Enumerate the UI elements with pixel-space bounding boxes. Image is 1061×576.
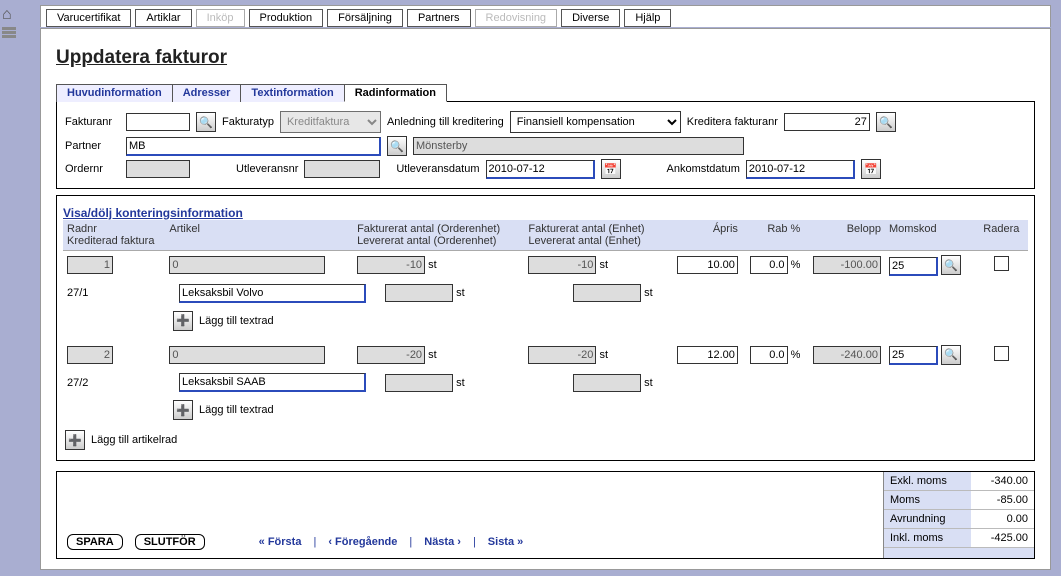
- apris-input[interactable]: [677, 256, 738, 274]
- lev-order-input: [385, 284, 453, 302]
- label-utleveransdatum: Utleveransdatum: [396, 163, 479, 175]
- label-utleveransnr: Utleveransnr: [236, 163, 298, 175]
- sub-tabs: HuvudinformationAdresserTextinformationR…: [56, 84, 1035, 102]
- home-icon[interactable]: ⌂: [2, 6, 16, 24]
- fakturanr-lookup-icon[interactable]: 🔍: [196, 112, 216, 132]
- partner-lookup-icon[interactable]: 🔍: [387, 136, 407, 156]
- sub-tab-huvudinformation[interactable]: Huvudinformation: [56, 84, 173, 102]
- sub-tab-textinformation[interactable]: Textinformation: [240, 84, 344, 102]
- totals-box: Exkl. moms-340.00 Moms-85.00 Avrundning0…: [883, 472, 1034, 558]
- nav-first[interactable]: « Första: [259, 536, 302, 548]
- fa-order-input: [357, 346, 425, 364]
- nav-last[interactable]: Sista »: [488, 536, 523, 548]
- grid-row: st st % 🔍: [63, 341, 1028, 370]
- save-button[interactable]: SPARA: [67, 534, 123, 550]
- krediterad-ref: 27/1: [63, 285, 175, 301]
- add-article-row[interactable]: ➕ Lägg till artikelrad: [65, 430, 1028, 450]
- lev-unit-input: [573, 284, 641, 302]
- ordernr-input: [126, 160, 190, 178]
- lev-unit-input: [573, 374, 641, 392]
- label-anledning: Anledning till kreditering: [387, 116, 504, 128]
- top-tab-partners[interactable]: Partners: [407, 9, 471, 27]
- rab-input[interactable]: [750, 256, 788, 274]
- article-name-input[interactable]: [179, 284, 366, 303]
- radnr-input: [67, 256, 113, 274]
- fa-order-input: [357, 256, 425, 274]
- header-form: Fakturanr 🔍 Fakturatyp Kreditfaktura Anl…: [56, 101, 1035, 189]
- nav-prev[interactable]: ‹ Föregående: [328, 536, 397, 548]
- label-fakturanr: Fakturanr: [65, 116, 120, 128]
- top-tab-diverse[interactable]: Diverse: [561, 9, 620, 27]
- article-name-input[interactable]: [179, 373, 366, 392]
- sub-tab-adresser[interactable]: Adresser: [172, 84, 242, 102]
- ankomst-calendar-icon[interactable]: 📅: [861, 159, 881, 179]
- utleveransnr-input: [304, 160, 380, 178]
- delete-checkbox[interactable]: [994, 346, 1009, 361]
- add-text-row[interactable]: ➕Lägg till textrad: [173, 400, 1028, 420]
- rab-input[interactable]: [750, 346, 788, 364]
- grid-row-line2: 27/2 st st: [63, 369, 1028, 396]
- article-code-input: [169, 256, 325, 274]
- top-tab-varucertifikat[interactable]: Varucertifikat: [46, 9, 131, 27]
- add-text-icon[interactable]: ➕: [173, 400, 193, 420]
- top-tab-redovisning: Redovisning: [475, 9, 558, 27]
- moms-input[interactable]: [889, 257, 938, 276]
- add-row-icon[interactable]: ➕: [65, 430, 85, 450]
- top-tab-produktion[interactable]: Produktion: [249, 9, 324, 27]
- moms-lookup-icon[interactable]: 🔍: [941, 345, 961, 365]
- fa-unit-input: [528, 346, 596, 364]
- delete-checkbox[interactable]: [994, 256, 1009, 271]
- article-code-input: [169, 346, 325, 364]
- finish-button[interactable]: SLUTFÖR: [135, 534, 205, 550]
- krediterad-ref: 27/2: [63, 375, 175, 391]
- page-title: Uppdatera fakturor: [56, 47, 1035, 69]
- label-kreditera-fakturanr: Kreditera fakturanr: [687, 116, 778, 128]
- label-fakturatyp: Fakturatyp: [222, 116, 274, 128]
- lev-order-input: [385, 374, 453, 392]
- add-text-icon[interactable]: ➕: [173, 311, 193, 331]
- anledning-select[interactable]: Finansiell kompensation: [510, 111, 681, 133]
- ankomstdatum-input[interactable]: [746, 160, 855, 179]
- label-partner: Partner: [65, 140, 120, 152]
- footer: SPARA SLUTFÖR « Första| ‹ Föregående| Nä…: [56, 471, 1035, 559]
- grid-header: RadnrKrediterad faktura Artikel Fakturer…: [63, 220, 1028, 251]
- belopp-display: [813, 256, 881, 274]
- nav-next[interactable]: Nästa ›: [424, 536, 461, 548]
- utlev-calendar-icon[interactable]: 📅: [601, 159, 621, 179]
- partner-code-input[interactable]: [126, 137, 381, 156]
- moms-lookup-icon[interactable]: 🔍: [941, 255, 961, 275]
- belopp-display: [813, 346, 881, 364]
- label-ordernr: Ordernr: [65, 163, 120, 175]
- fakturatyp-select: Kreditfaktura: [280, 111, 381, 133]
- menu-icon[interactable]: [2, 27, 16, 38]
- label-ankomstdatum: Ankomstdatum: [667, 163, 740, 175]
- kreditera-lookup-icon[interactable]: 🔍: [876, 112, 896, 132]
- moms-input[interactable]: [889, 346, 938, 365]
- grid-row-line2: 27/1 st st: [63, 280, 1028, 307]
- partner-name-display: [413, 137, 744, 155]
- utleveransdatum-input[interactable]: [486, 160, 595, 179]
- sub-tab-radinformation[interactable]: Radinformation: [344, 84, 447, 102]
- top-tab-artiklar[interactable]: Artiklar: [135, 9, 191, 27]
- top-tab-inköp: Inköp: [196, 9, 245, 27]
- line-grid: Visa/dölj konteringsinformation RadnrKre…: [56, 195, 1035, 461]
- fa-unit-input: [528, 256, 596, 274]
- top-tab-försäljning[interactable]: Försäljning: [327, 9, 403, 27]
- top-tabs: VarucertifikatArtiklar InköpProduktionFör…: [40, 5, 1051, 27]
- add-text-row[interactable]: ➕Lägg till textrad: [173, 311, 1028, 331]
- kreditera-fakturanr-input[interactable]: [784, 113, 870, 131]
- toggle-kontering-link[interactable]: Visa/dölj konteringsinformation: [63, 206, 1028, 220]
- apris-input[interactable]: [677, 346, 738, 364]
- top-tab-hjälp[interactable]: Hjälp: [624, 9, 671, 27]
- radnr-input: [67, 346, 113, 364]
- grid-row: st st % 🔍: [63, 251, 1028, 280]
- fakturanr-input[interactable]: [126, 113, 190, 131]
